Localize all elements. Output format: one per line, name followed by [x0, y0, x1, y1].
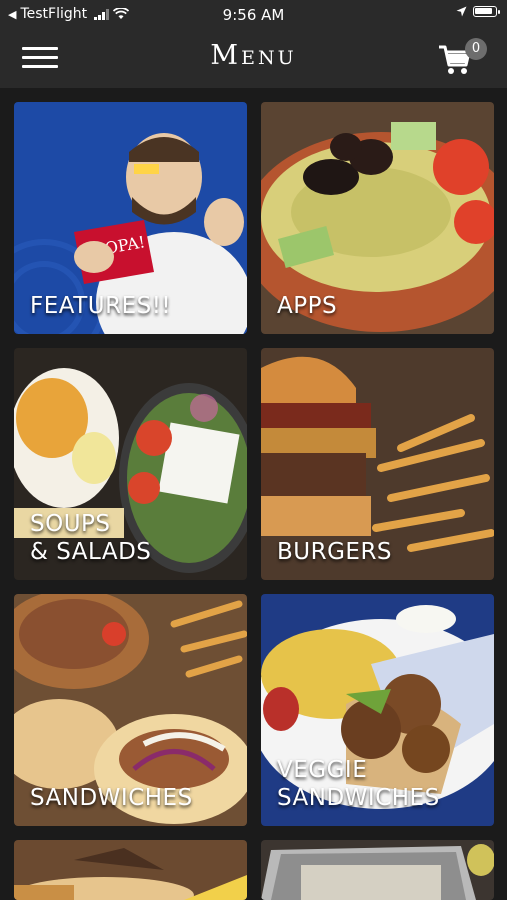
page-title: Menu [210, 40, 297, 71]
catering-image [261, 840, 494, 900]
status-right [456, 6, 500, 17]
status-time: 9:56 AM [222, 6, 285, 24]
menu-tile-catering[interactable] [261, 840, 494, 900]
menu-tile-burgers[interactable]: BURGERS [261, 348, 494, 580]
menu-tile-sandwiches[interactable]: SANDWICHES [14, 594, 247, 826]
tile-label: SANDWICHES [30, 785, 193, 811]
tile-label: FEATURES!! [30, 293, 172, 319]
menu-tile-apps[interactable]: APPS [261, 102, 494, 334]
platter-image [14, 840, 247, 900]
tile-label: SOUPS & SALADS [30, 511, 152, 565]
cart-button[interactable]: 0 [437, 38, 487, 80]
nav-bar: Menu 0 [0, 30, 507, 88]
menu-tile-features[interactable]: OPA! FEATURES!! [14, 102, 247, 334]
menu-grid: OPA! FEATURES!! APPS SOUPS & SALADS BURG… [0, 88, 507, 900]
tile-label: BURGERS [277, 539, 393, 565]
menu-tile-soups-salads[interactable]: SOUPS & SALADS [14, 348, 247, 580]
tile-label: VEGGIE SANDWICHES [277, 757, 440, 811]
location-icon [456, 6, 467, 17]
tile-label: APPS [277, 293, 338, 319]
menu-tile-veggie-sandwiches[interactable]: VEGGIE SANDWICHES [261, 594, 494, 826]
status-bar: ◀ TestFlight 9:56 AM [0, 0, 507, 30]
battery-icon [473, 6, 500, 17]
menu-tile-platter[interactable] [14, 840, 247, 900]
cart-count-badge: 0 [465, 38, 487, 60]
